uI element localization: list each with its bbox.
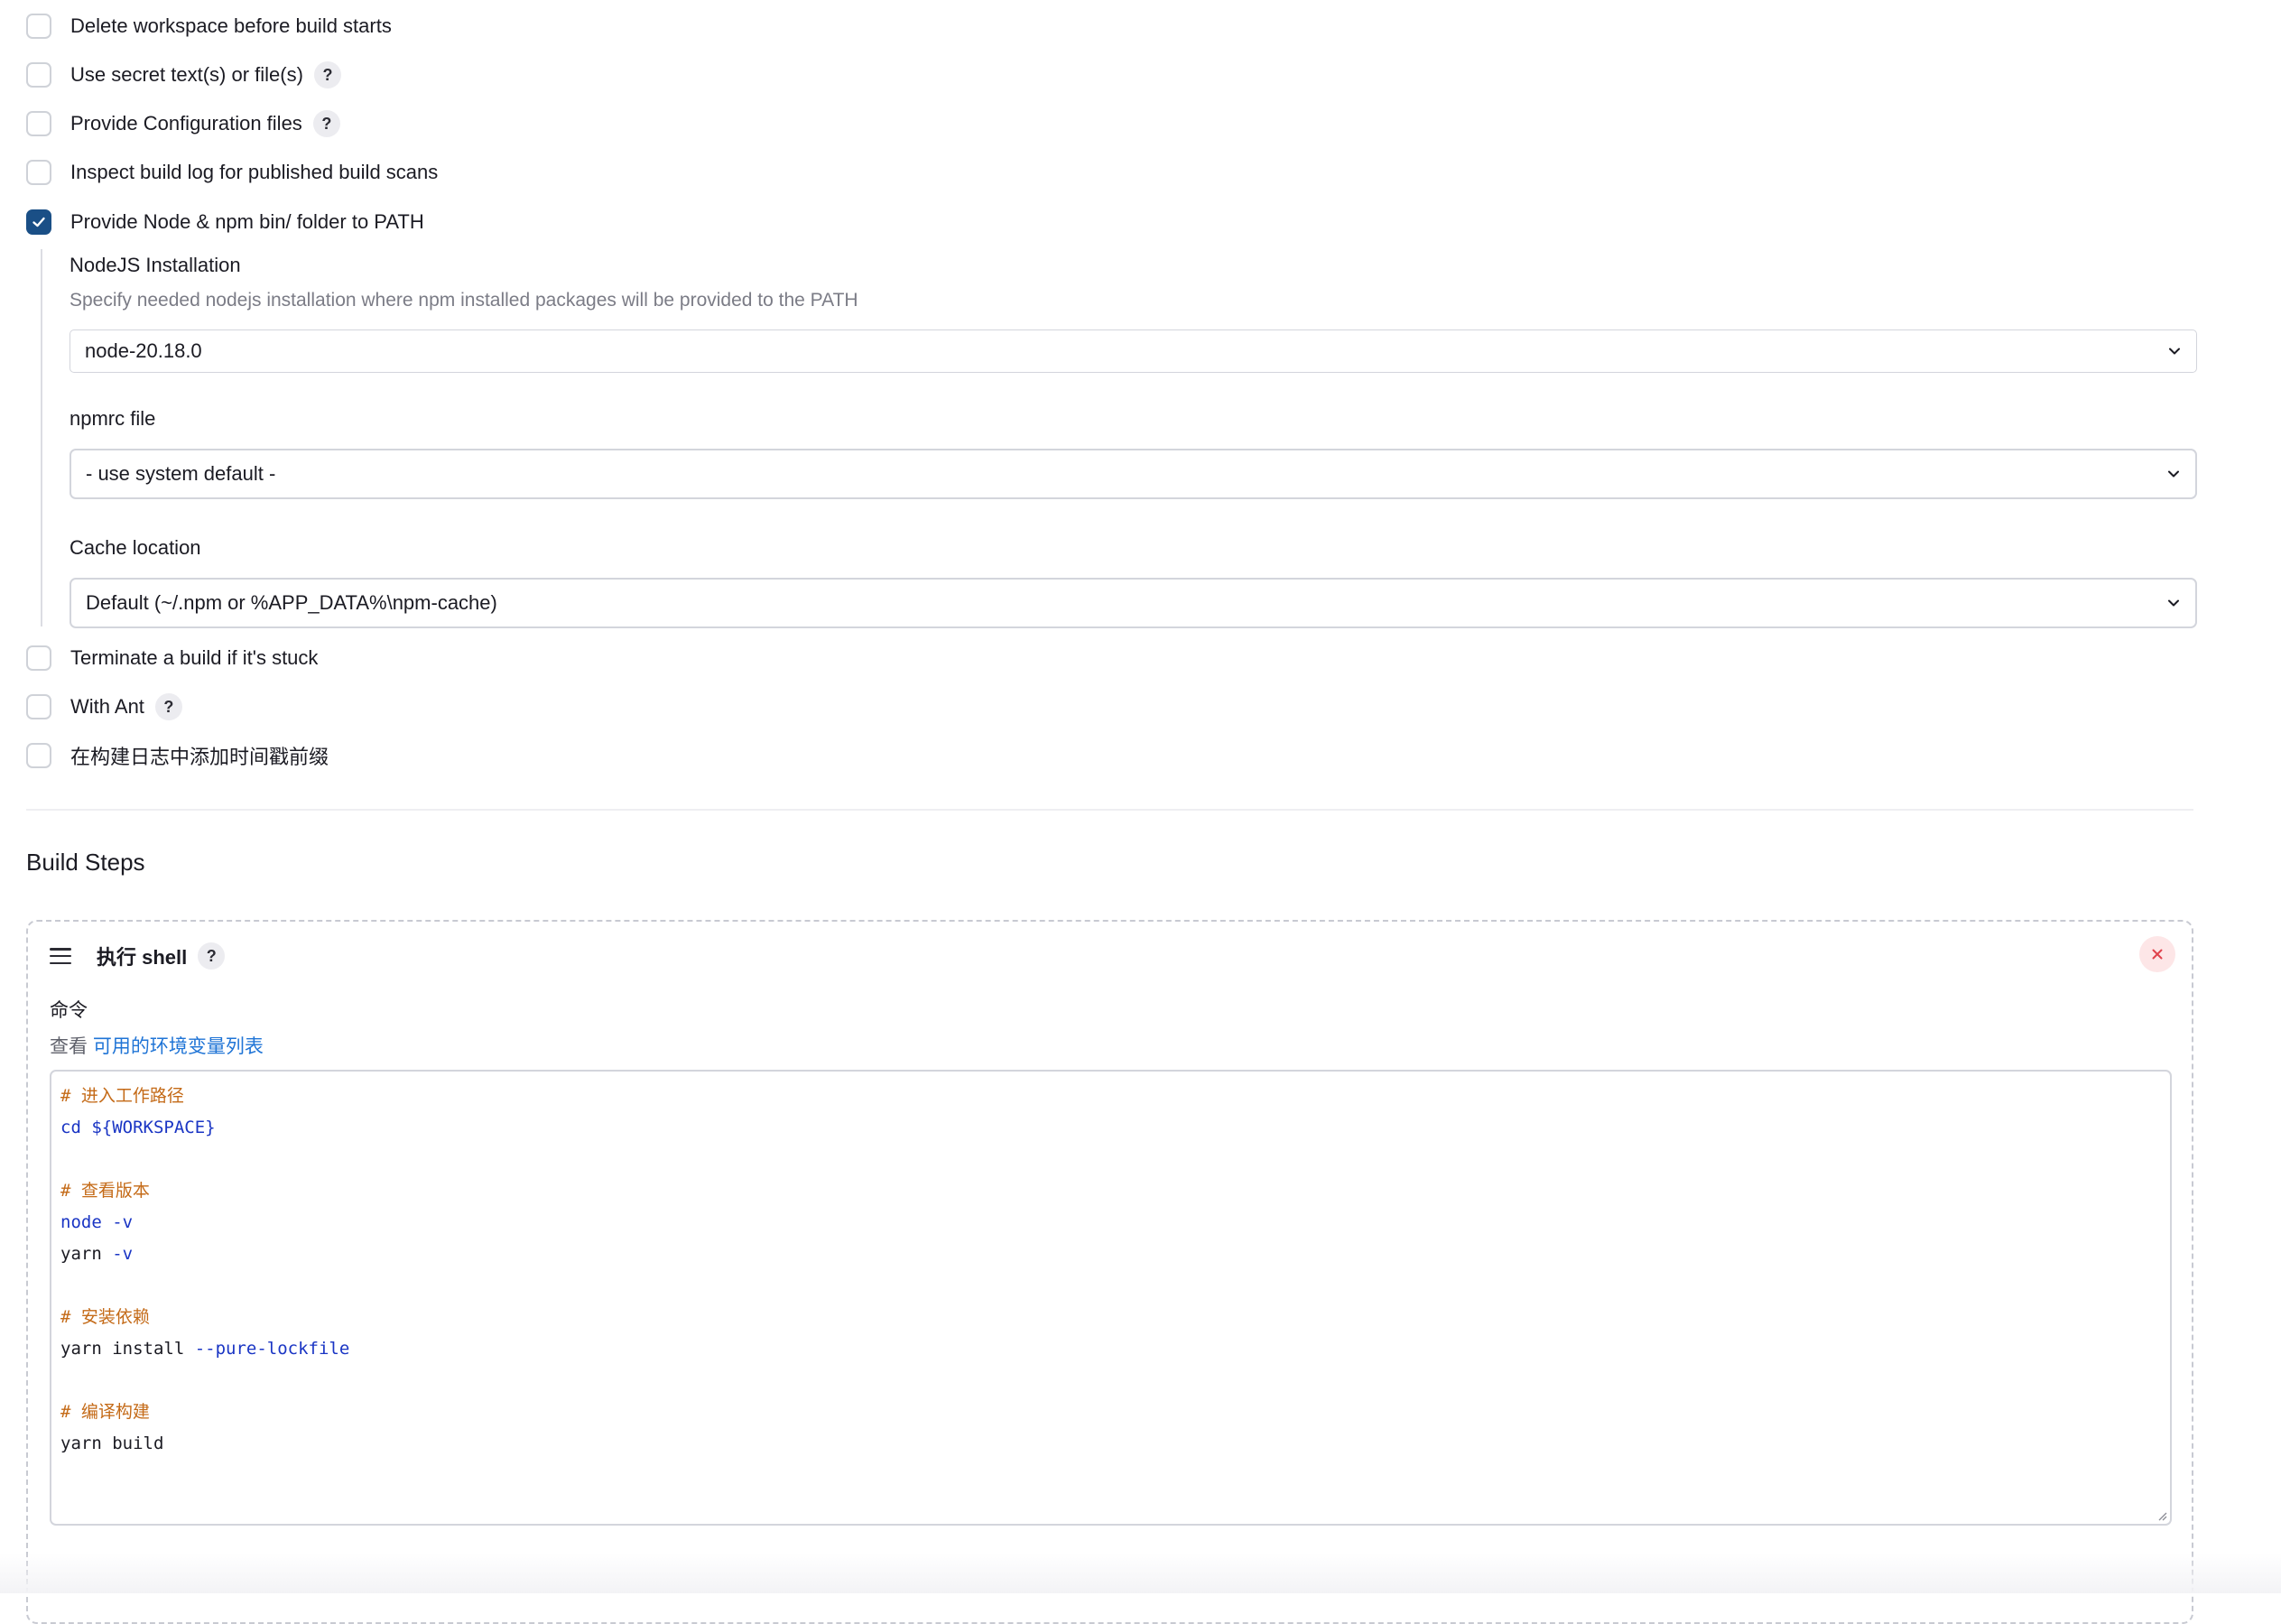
code-token-comment: # 安装依赖	[60, 1307, 150, 1327]
code-token-comment: # 进入工作路径	[60, 1086, 184, 1106]
code-line: cd ${WORKSPACE}	[60, 1112, 349, 1144]
page: Delete workspace before build starts Use…	[0, 0, 2281, 1624]
code-token-plain: yarn build	[60, 1434, 164, 1453]
code-line: # 编译构建	[60, 1397, 349, 1428]
option-label: Terminate a build if it's stuck	[70, 646, 319, 669]
select-value: node-20.18.0	[85, 339, 202, 362]
delete-step-button[interactable]	[2139, 936, 2175, 972]
option-label: 在构建日志中添加时间戳前缀	[70, 746, 329, 768]
option-label: With Ant	[70, 695, 144, 718]
env-prefix: 查看	[50, 1036, 88, 1057]
nodejs-installation-description: Specify needed nodejs installation where…	[70, 290, 858, 311]
nodejs-config-panel: NodeJS Installation Specify needed nodej…	[41, 249, 2197, 628]
code-token-comment: # 编译构建	[60, 1402, 150, 1422]
code-token-kw: -v	[112, 1212, 134, 1232]
help-icon[interactable]: ?	[154, 693, 182, 720]
step-header: 执行 shell ?	[50, 940, 226, 972]
option-label: Provide Node & npm bin/ folder to PATH	[70, 210, 424, 233]
code-line: yarn install --pure-lockfile	[60, 1333, 349, 1365]
code-token-plain: yarn install	[60, 1339, 195, 1359]
env-vars-line: 查看 可用的环境变量列表	[50, 1032, 264, 1059]
env-vars-link[interactable]: 可用的环境变量列表	[93, 1036, 264, 1057]
checkbox[interactable]	[26, 14, 51, 39]
section-divider	[26, 809, 2193, 811]
help-icon[interactable]: ?	[312, 110, 340, 137]
checkbox[interactable]	[26, 743, 51, 768]
option-delete-workspace[interactable]: Delete workspace before build starts	[26, 10, 392, 42]
bottom-fade	[0, 1553, 2281, 1593]
checkbox[interactable]	[26, 645, 51, 671]
code-content[interactable]: # 进入工作路径 cd ${WORKSPACE} # 查看版本 node -v yarn…	[60, 1081, 349, 1460]
close-icon	[2152, 949, 2163, 960]
checkbox-checked[interactable]	[26, 209, 51, 235]
code-token-plain: yarn	[60, 1244, 113, 1264]
checkbox[interactable]	[26, 111, 51, 136]
chevron-down-icon	[2168, 470, 2179, 478]
npmrc-file-select[interactable]: - use system default -	[70, 449, 2197, 499]
code-token-kw: --pure-lockfile	[194, 1339, 350, 1359]
option-timestamp-prefix[interactable]: 在构建日志中添加时间戳前缀	[26, 739, 329, 772]
option-config-files[interactable]: Provide Configuration files ?	[26, 107, 340, 140]
nodejs-installation-select[interactable]: node-20.18.0	[70, 329, 2197, 373]
code-token-kw: ${WORKSPACE}	[91, 1118, 216, 1137]
option-label: Delete workspace before build starts	[70, 14, 392, 37]
code-line: # 查看版本	[60, 1175, 349, 1207]
command-label: 命令	[50, 1000, 88, 1021]
nodejs-installation-label: NodeJS Installation	[70, 254, 241, 276]
chevron-down-icon	[2169, 348, 2180, 355]
option-label: Use secret text(s) or file(s)	[70, 63, 303, 86]
step-title: 执行 shell	[97, 946, 188, 969]
code-token-kw: -v	[112, 1244, 134, 1264]
build-step-execute-shell: 执行 shell ? 命令 查看 可用的环境变量列表 # 进入工作路径 cd ${…	[26, 920, 2193, 1624]
npmrc-file-label: npmrc file	[70, 407, 156, 430]
code-line: # 进入工作路径	[60, 1081, 349, 1112]
option-label: Inspect build log for published build sc…	[70, 161, 439, 183]
cache-location-label: Cache location	[70, 536, 201, 559]
build-steps-heading: Build Steps	[26, 849, 145, 876]
checkbox[interactable]	[26, 62, 51, 88]
resize-handle-icon[interactable]	[2156, 1510, 2167, 1521]
select-value: Default (~/.npm or %APP_DATA%\npm-cache)	[86, 591, 497, 614]
option-terminate-stuck[interactable]: Terminate a build if it's stuck	[26, 642, 318, 674]
code-token-comment: # 查看版本	[60, 1181, 150, 1201]
help-icon[interactable]: ?	[198, 942, 226, 970]
code-token-kw: node	[60, 1212, 113, 1232]
checkbox[interactable]	[26, 160, 51, 185]
code-token-kw: cd	[60, 1118, 92, 1137]
option-label: Provide Configuration files	[70, 112, 302, 135]
check-icon	[32, 217, 45, 227]
checkbox[interactable]	[26, 694, 51, 719]
code-line: yarn build	[60, 1428, 349, 1460]
chevron-down-icon	[2168, 599, 2179, 607]
command-editor[interactable]: # 进入工作路径 cd ${WORKSPACE} # 查看版本 node -v yarn…	[50, 1070, 2172, 1526]
select-value: - use system default -	[86, 462, 276, 485]
help-icon[interactable]: ?	[313, 61, 341, 88]
code-line: yarn -v	[60, 1239, 349, 1270]
option-secret-text[interactable]: Use secret text(s) or file(s) ?	[26, 59, 341, 91]
option-with-ant[interactable]: With Ant ?	[26, 691, 182, 723]
code-line: node -v	[60, 1207, 349, 1239]
cache-location-select[interactable]: Default (~/.npm or %APP_DATA%\npm-cache)	[70, 578, 2197, 628]
drag-handle-icon[interactable]	[50, 948, 71, 964]
option-provide-node[interactable]: Provide Node & npm bin/ folder to PATH	[26, 206, 424, 238]
code-line: # 安装依赖	[60, 1302, 349, 1333]
option-inspect-build-log[interactable]: Inspect build log for published build sc…	[26, 156, 438, 189]
